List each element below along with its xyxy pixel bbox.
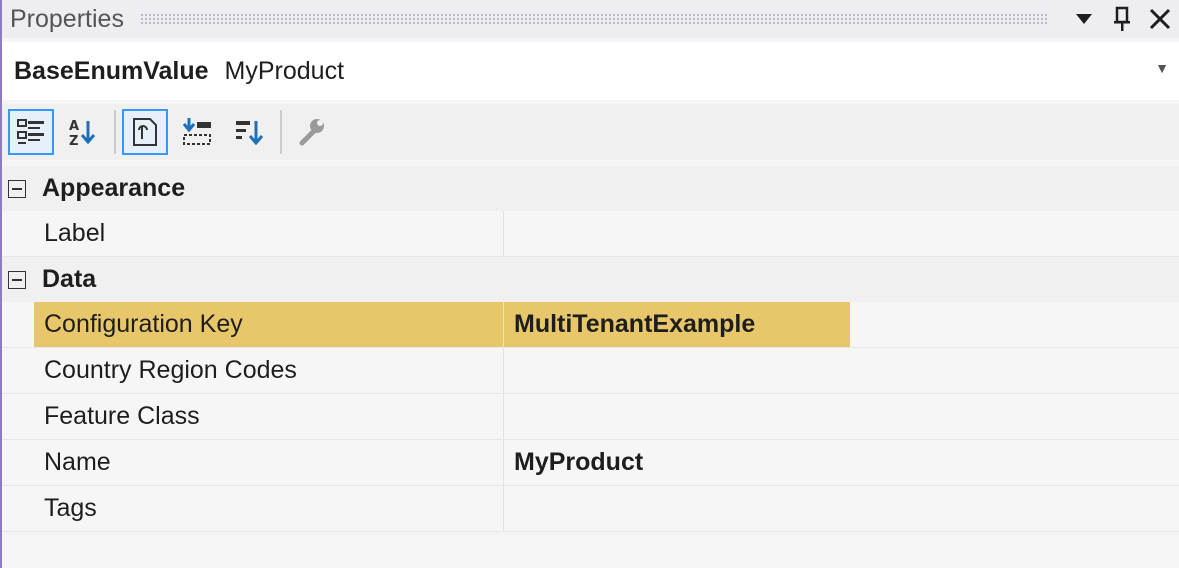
sort-descending-icon [236, 121, 264, 146]
property-name: Tags [34, 486, 504, 531]
property-grid: Appearance Label Data Configuration Key … [2, 166, 1179, 532]
toolbar-separator [114, 110, 116, 154]
alphabetical-sort-button[interactable]: A Z [60, 109, 106, 155]
property-page-icon [133, 118, 157, 146]
collapse-icon[interactable] [8, 270, 26, 289]
category-appearance[interactable]: Appearance [2, 166, 1179, 211]
property-value[interactable] [504, 348, 1179, 393]
property-name: Label [34, 211, 504, 256]
selector-chevron-icon[interactable]: ▼ [1155, 60, 1169, 76]
events-icon [182, 118, 211, 145]
settings-button[interactable] [288, 109, 334, 155]
title-bar: Properties [2, 0, 1179, 38]
property-row-tags[interactable]: Tags [2, 486, 1179, 532]
property-row-country-region-codes[interactable]: Country Region Codes [2, 348, 1179, 394]
toolbar-separator [280, 110, 282, 154]
property-value[interactable]: MyProduct [504, 440, 1179, 485]
dropdown-arrow-icon[interactable] [1065, 0, 1103, 38]
property-value[interactable]: MultiTenantExample [504, 302, 850, 347]
property-row-label[interactable]: Label [2, 211, 1179, 257]
category-data[interactable]: Data [2, 257, 1179, 302]
sort-az-icon: A Z [69, 119, 96, 149]
object-name: MyProduct [224, 56, 345, 85]
events-button[interactable] [174, 109, 220, 155]
object-type: BaseEnumValue [14, 56, 209, 85]
category-label: Appearance [42, 174, 186, 202]
svg-text:A: A [69, 119, 79, 134]
category-label: Data [42, 265, 97, 293]
properties-panel: Properties BaseEnumValue MyProduct ▼ A Z… [0, 0, 1179, 568]
property-value[interactable] [504, 394, 1179, 439]
property-row-name[interactable]: Name MyProduct [2, 440, 1179, 486]
wrench-icon [299, 119, 324, 146]
property-name: Configuration Key [34, 302, 504, 347]
properties-toolbar: A Z [2, 104, 1179, 160]
property-row-configuration-key[interactable]: Configuration Key MultiTenantExample [2, 302, 1179, 348]
drag-grip[interactable] [139, 13, 1047, 25]
pin-icon[interactable] [1103, 0, 1141, 38]
categorized-icon [17, 119, 44, 144]
property-value[interactable] [504, 211, 1179, 256]
object-selector[interactable]: BaseEnumValue MyProduct ▼ [2, 42, 1179, 100]
collapse-icon[interactable] [8, 179, 26, 198]
property-name: Feature Class [34, 394, 504, 439]
svg-text:Z: Z [69, 134, 78, 149]
panel-title: Properties [10, 4, 124, 33]
property-value[interactable] [504, 486, 1179, 531]
close-icon[interactable] [1141, 0, 1179, 38]
property-name: Country Region Codes [34, 348, 504, 393]
property-row-feature-class[interactable]: Feature Class [2, 394, 1179, 440]
property-pages-button[interactable] [226, 109, 272, 155]
categorized-view-button[interactable] [8, 109, 54, 155]
properties-view-button[interactable] [122, 109, 168, 155]
property-name: Name [34, 440, 504, 485]
